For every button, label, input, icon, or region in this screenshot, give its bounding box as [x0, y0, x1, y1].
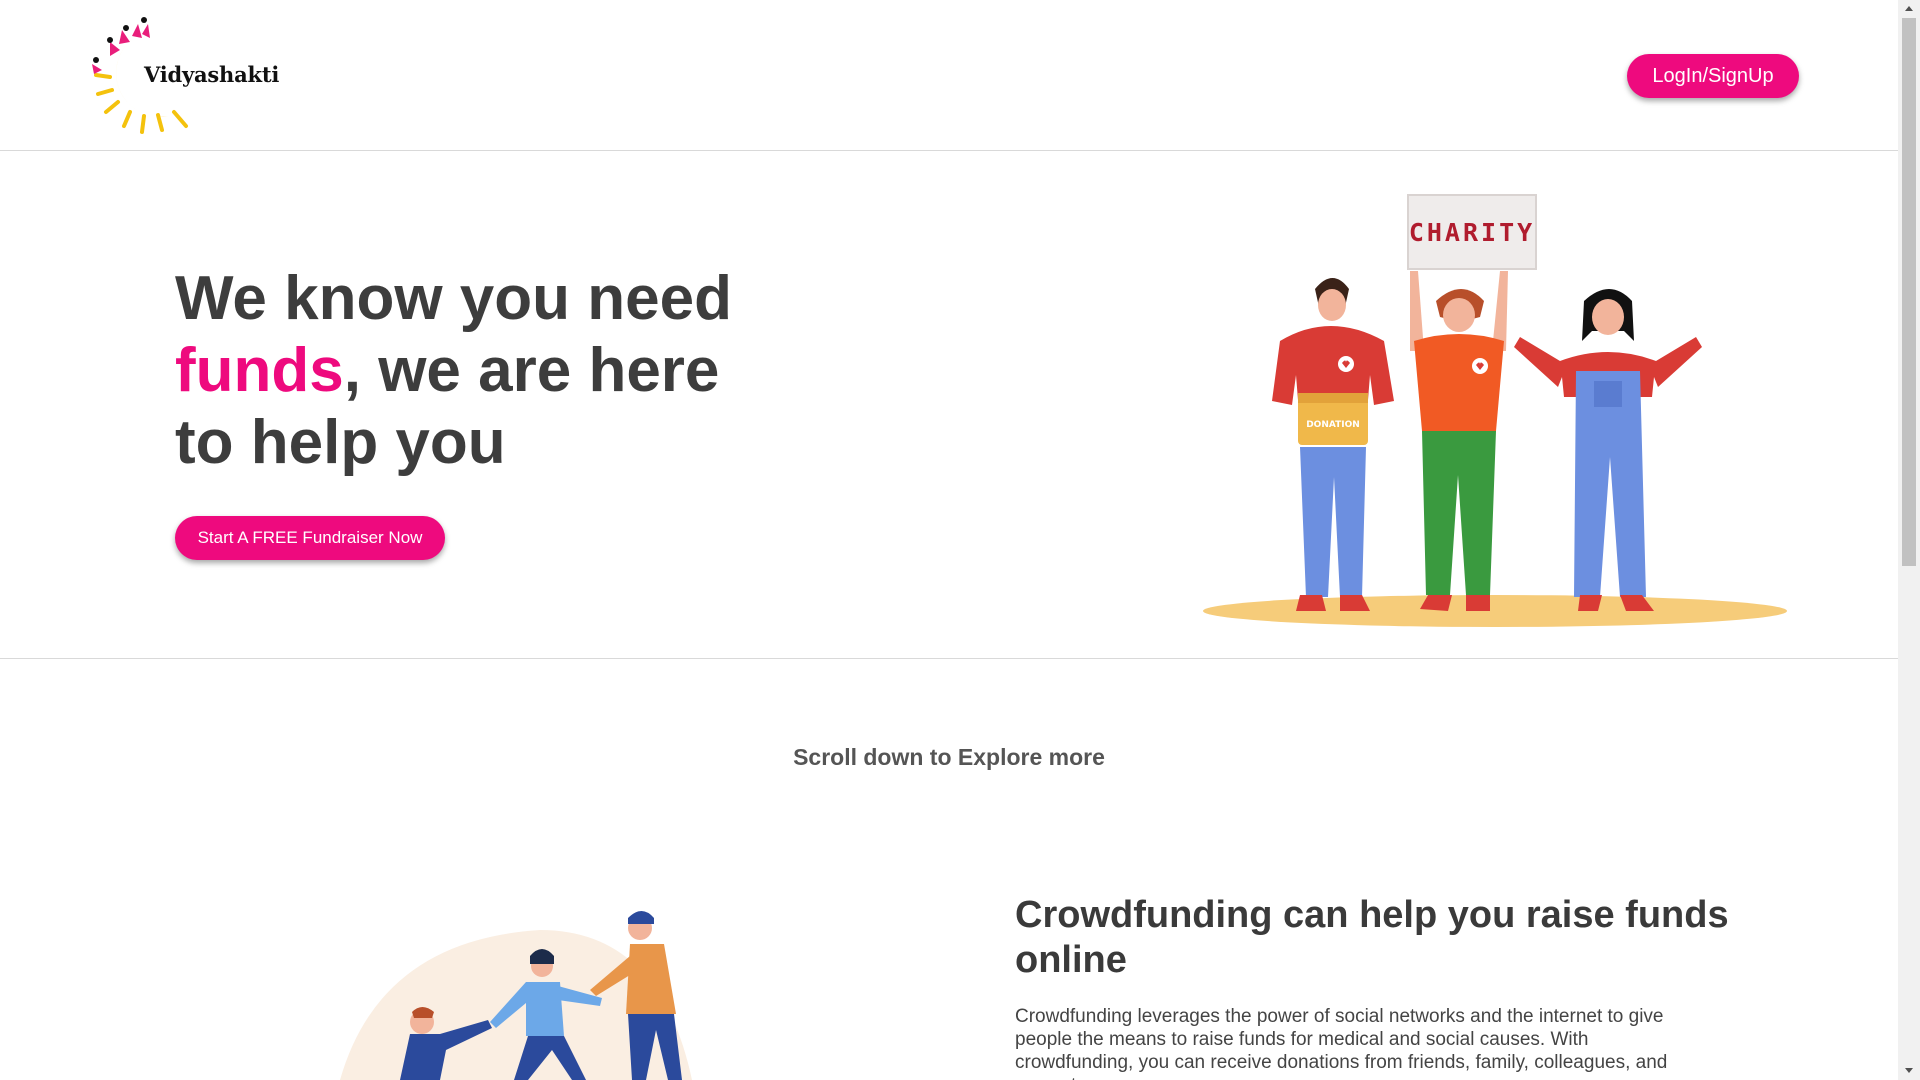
- donation-box-text: DONATION: [1306, 420, 1360, 430]
- login-signup-button[interactable]: LogIn/SignUp: [1627, 54, 1799, 98]
- hero-title: We know you need funds, we are here to he…: [175, 263, 795, 479]
- person-sign-holder: [1410, 271, 1508, 611]
- hero-title-accent: funds: [175, 336, 344, 405]
- person-donor: DONATION: [1272, 278, 1394, 611]
- vertical-scrollbar[interactable]: [1898, 0, 1920, 1080]
- charity-sign-text: CHARITY: [1409, 218, 1535, 247]
- scroll-up-button[interactable]: [1898, 0, 1920, 18]
- site-header: Vidyashakti LogIn/SignUp: [0, 0, 1898, 151]
- hero-title-part1: We know you need: [175, 264, 732, 333]
- charity-illustration: CHARITY DONATION: [1203, 194, 1787, 627]
- person-overalls: [1514, 289, 1702, 611]
- crowdfunding-title: Crowdfunding can help you raise funds on…: [1015, 894, 1729, 981]
- arrow-up-icon: [1905, 6, 1913, 11]
- logo-text: Vidyashakti: [144, 62, 280, 87]
- vidyashakti-logo[interactable]: Vidyashakti: [88, 12, 279, 138]
- arrow-down-icon: [1905, 1068, 1913, 1073]
- explore-hint: Scroll down to Explore more: [793, 744, 1105, 770]
- scroll-thumb[interactable]: [1902, 18, 1916, 566]
- start-fundraiser-button[interactable]: Start A FREE Fundraiser Now: [175, 516, 445, 560]
- scroll-down-button[interactable]: [1898, 1062, 1920, 1080]
- helping-hands-illustration: [340, 911, 692, 1080]
- crowdfunding-body: Crowdfunding leverages the power of soci…: [1015, 1006, 1668, 1080]
- hero-section: We know you need funds, we are here to he…: [0, 151, 1898, 659]
